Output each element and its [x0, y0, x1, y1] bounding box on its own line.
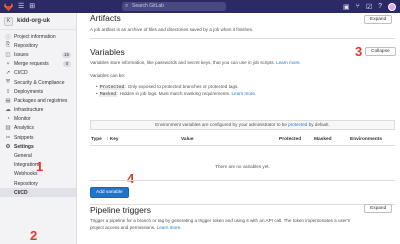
menu-icon[interactable]: ☰: [18, 0, 24, 13]
col-protected: Protected: [279, 137, 302, 142]
search-placeholder: Search GitLab: [132, 3, 164, 9]
merge-requests-count-badge: 0: [63, 61, 71, 67]
sidebar-item-snippets[interactable]: ✂ Snippets: [0, 133, 76, 142]
variables-table-header: Type ↑ Key Value Protected Masked Enviro…: [90, 136, 395, 144]
col-environments: Environments: [350, 137, 382, 142]
top-navbar: ☰ ⊞ ⌕ Search GitLab ▣ ⑂ ☑ ?: [0, 0, 400, 13]
package-icon: ▤: [5, 97, 11, 104]
sidebar-subitem-cicd[interactable]: CI/CD: [0, 188, 76, 198]
annotation-1: 1: [36, 159, 44, 174]
project-avatar: K: [4, 16, 13, 26]
annotation-2: 2: [30, 228, 38, 243]
variables-bullets: • Protected: Only exposed to protected b…: [96, 84, 256, 97]
sidebar-item-cicd[interactable]: ➚ CI/CD: [0, 69, 76, 78]
variables-can-be: Variables can be:: [90, 73, 126, 78]
avatar[interactable]: [388, 2, 396, 11]
issues-icon: ◫: [5, 51, 11, 58]
search-icon: ⌕: [125, 3, 129, 9]
protected-link[interactable]: protected: [288, 122, 307, 127]
infrastructure-icon: ☁: [5, 107, 11, 114]
sidebar-subitem-repository[interactable]: Repository: [0, 179, 76, 188]
pipeline-triggers-learn-more-link[interactable]: Learn more.: [157, 225, 182, 230]
plus-icon[interactable]: ⊞: [29, 0, 35, 13]
pipeline-triggers-description: Trigger a pipeline for a branch or tag b…: [90, 218, 351, 230]
sidebar-item-security-compliance[interactable]: ⛨ Security & Compliance: [0, 78, 76, 87]
artifacts-title: Artifacts: [90, 13, 121, 23]
table-bottom-divider: [90, 180, 395, 181]
section-divider: [90, 38, 395, 39]
pipeline-triggers-title: Pipeline triggers: [90, 205, 151, 215]
issues-count-badge: 15: [61, 52, 71, 58]
variables-description: Variables store information, like passwo…: [90, 60, 301, 65]
sidebar-item-merge-requests[interactable]: ⑂ Merge requests 0: [0, 60, 76, 69]
deployments-icon: ⇪: [5, 88, 11, 95]
sidebar-item-infrastructure[interactable]: ☁ Infrastructure: [0, 106, 76, 115]
todo-icon[interactable]: ☑: [366, 3, 372, 11]
sidebar-item-settings[interactable]: ⚙ Settings: [0, 142, 76, 151]
add-variable-button[interactable]: Add variable: [90, 187, 129, 198]
artifacts-expand-button[interactable]: Expand: [364, 15, 393, 24]
rocket-icon: ➚: [5, 70, 11, 77]
variables-title: Variables: [90, 47, 125, 57]
variables-empty-state: There are no variables yet.: [215, 164, 270, 169]
col-type[interactable]: Type: [91, 137, 102, 142]
main-content: Artifacts A job artifact is an archive o…: [78, 13, 400, 244]
monitor-icon: ◔: [6, 116, 10, 123]
artifacts-description: A job artifact is an archive of files an…: [90, 27, 254, 32]
issues-icon[interactable]: ▣: [343, 3, 350, 11]
sidebar-item-deployments[interactable]: ⇪ Deployments: [0, 87, 76, 96]
sidebar-item-project-information[interactable]: ⓘ Project information: [0, 32, 76, 41]
sidebar-project-header[interactable]: K kidd-org-uk: [0, 13, 76, 30]
info-icon: ⓘ: [5, 34, 11, 41]
chart-icon: ▥: [5, 125, 11, 132]
snippet-icon: ✂: [5, 134, 11, 141]
help-icon[interactable]: ?: [378, 3, 382, 10]
sidebar-item-packages-registries[interactable]: ▤ Packages and registries: [0, 96, 76, 105]
sidebar-item-issues[interactable]: ◫ Issues 15: [0, 50, 76, 59]
project-name: kidd-org-uk: [17, 18, 50, 24]
protected-notice: Environment variables are configured by …: [90, 120, 395, 130]
col-masked: Masked: [314, 137, 332, 142]
bullet-masked: • Masked: Hidden in job logs. Must match…: [96, 90, 257, 97]
gitlab-logo-icon[interactable]: [4, 2, 13, 11]
col-value: Value: [181, 137, 194, 142]
search-input[interactable]: ⌕ Search GitLab: [122, 2, 226, 11]
variables-learn-more-link[interactable]: Learn more.: [276, 60, 301, 65]
repository-icon: ⎘: [5, 42, 11, 49]
variables-collapse-button[interactable]: Collapse: [365, 47, 396, 56]
bullet-protected: • Protected: Only exposed to protected b…: [96, 84, 239, 90]
sidebar-item-monitor[interactable]: ◔ Monitor: [0, 115, 76, 124]
merge-request-icon: ⑂: [6, 61, 10, 68]
sidebar: K kidd-org-uk ⓘ Project information ⎘ Repo…: [0, 13, 77, 244]
sidebar-item-analytics[interactable]: ▥ Analytics: [0, 124, 76, 133]
col-key[interactable]: ↑ Key: [106, 137, 119, 142]
gear-icon: ⚙: [5, 143, 11, 150]
shield-icon: ⛨: [5, 79, 11, 86]
sidebar-item-repository[interactable]: ⎘ Repository: [0, 41, 76, 50]
table-divider: [90, 145, 395, 146]
masked-learn-more-link[interactable]: Learn more.: [231, 91, 256, 96]
pipeline-triggers-expand-button[interactable]: Expand: [364, 204, 393, 213]
merge-request-icon[interactable]: ⑂: [356, 3, 360, 10]
